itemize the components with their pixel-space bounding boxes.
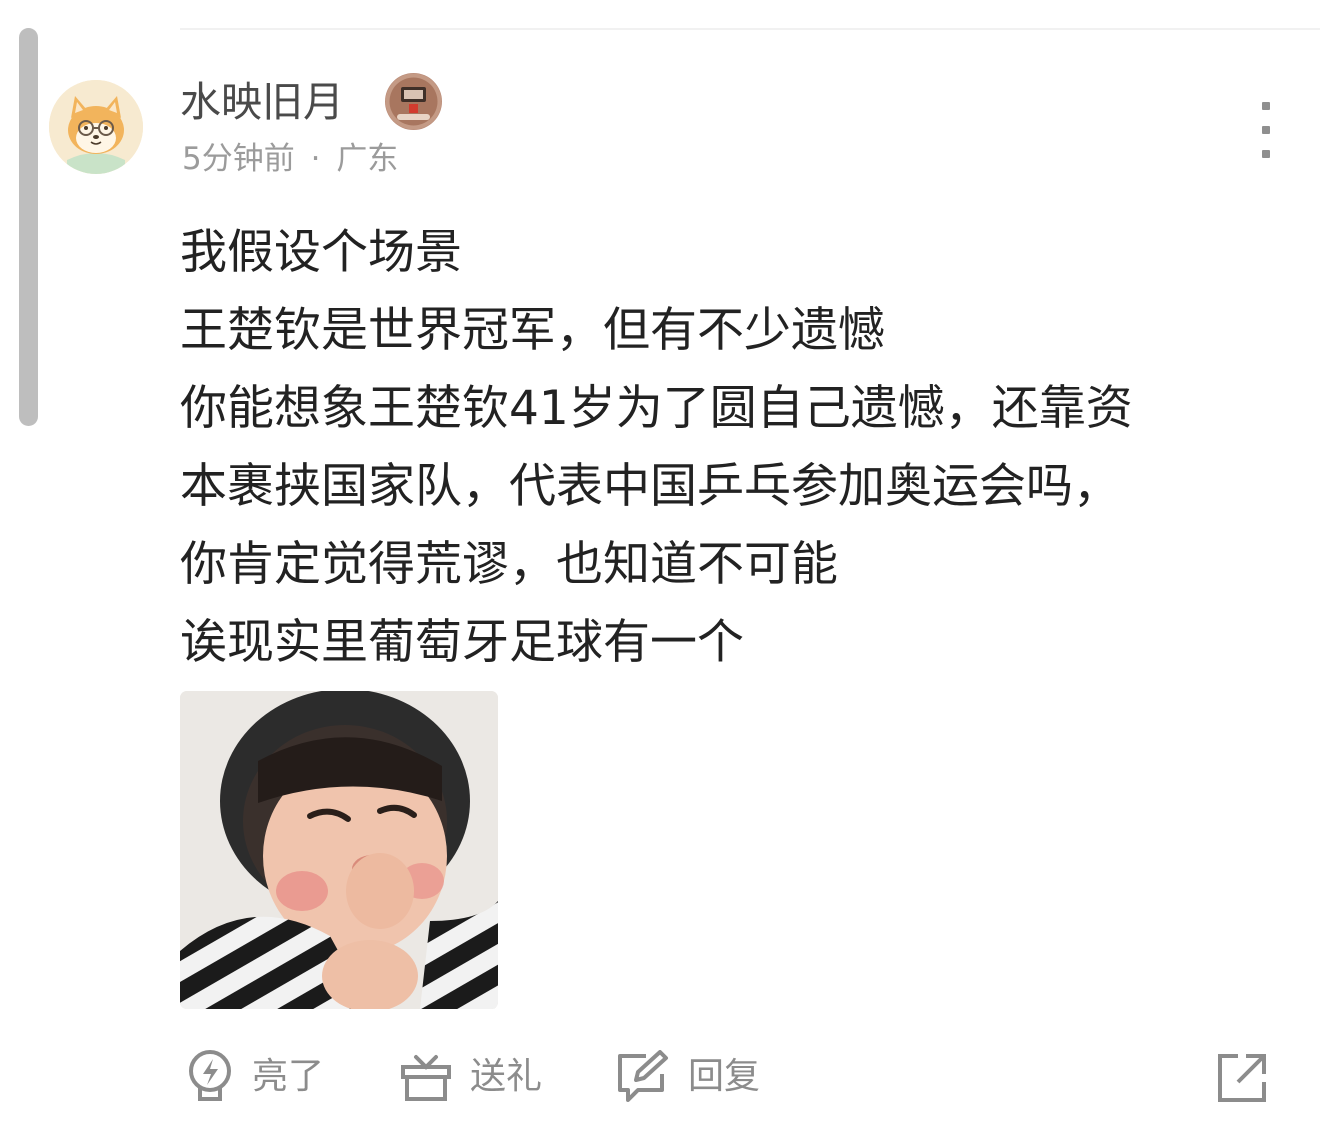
reply-edit-icon	[616, 1050, 670, 1104]
comment-body: 我假设个场景 王楚钦是世界冠军，但有不少遗憾 你能想象王楚钦41岁为了圆自己遗憾…	[180, 214, 1290, 682]
lightbulb-icon	[186, 1049, 234, 1105]
gift-button[interactable]: 送礼	[400, 1048, 542, 1106]
comment-line: 本裹挟国家队，代表中国乒乓参加奥运会吗，	[180, 459, 1120, 514]
scrollbar[interactable]	[19, 28, 38, 426]
top-divider	[180, 28, 1320, 30]
comment-line: 我假设个场景	[180, 225, 462, 280]
comment-line: 王楚钦是世界冠军，但有不少遗憾	[180, 303, 885, 358]
reply-button[interactable]: 回复	[616, 1048, 760, 1106]
like-button[interactable]: 亮了	[186, 1048, 324, 1106]
user-badge-icon[interactable]	[385, 73, 442, 130]
gift-label: 送礼	[470, 1056, 543, 1097]
comment-line: 诶现实里葡萄牙足球有一个	[180, 615, 744, 670]
gift-icon	[400, 1051, 452, 1103]
sticker-image[interactable]	[180, 691, 498, 1009]
meta-separator: ·	[310, 141, 321, 177]
avatar[interactable]	[49, 80, 143, 174]
comment-line: 你肯定觉得荒谬，也知道不可能	[180, 537, 838, 592]
comment-line: 你能想象王楚钦41岁为了圆自己遗憾，还靠资	[180, 381, 1133, 436]
more-vertical-icon[interactable]	[1244, 102, 1288, 158]
share-external-icon[interactable]	[1216, 1052, 1268, 1104]
username[interactable]: 水映旧月	[180, 76, 344, 128]
like-label: 亮了	[252, 1056, 325, 1097]
comment-meta: 5分钟前 · 广东	[182, 138, 398, 180]
comment-time: 5分钟前	[182, 141, 295, 177]
comment-location: 广东	[336, 141, 399, 177]
reply-label: 回复	[688, 1056, 761, 1097]
